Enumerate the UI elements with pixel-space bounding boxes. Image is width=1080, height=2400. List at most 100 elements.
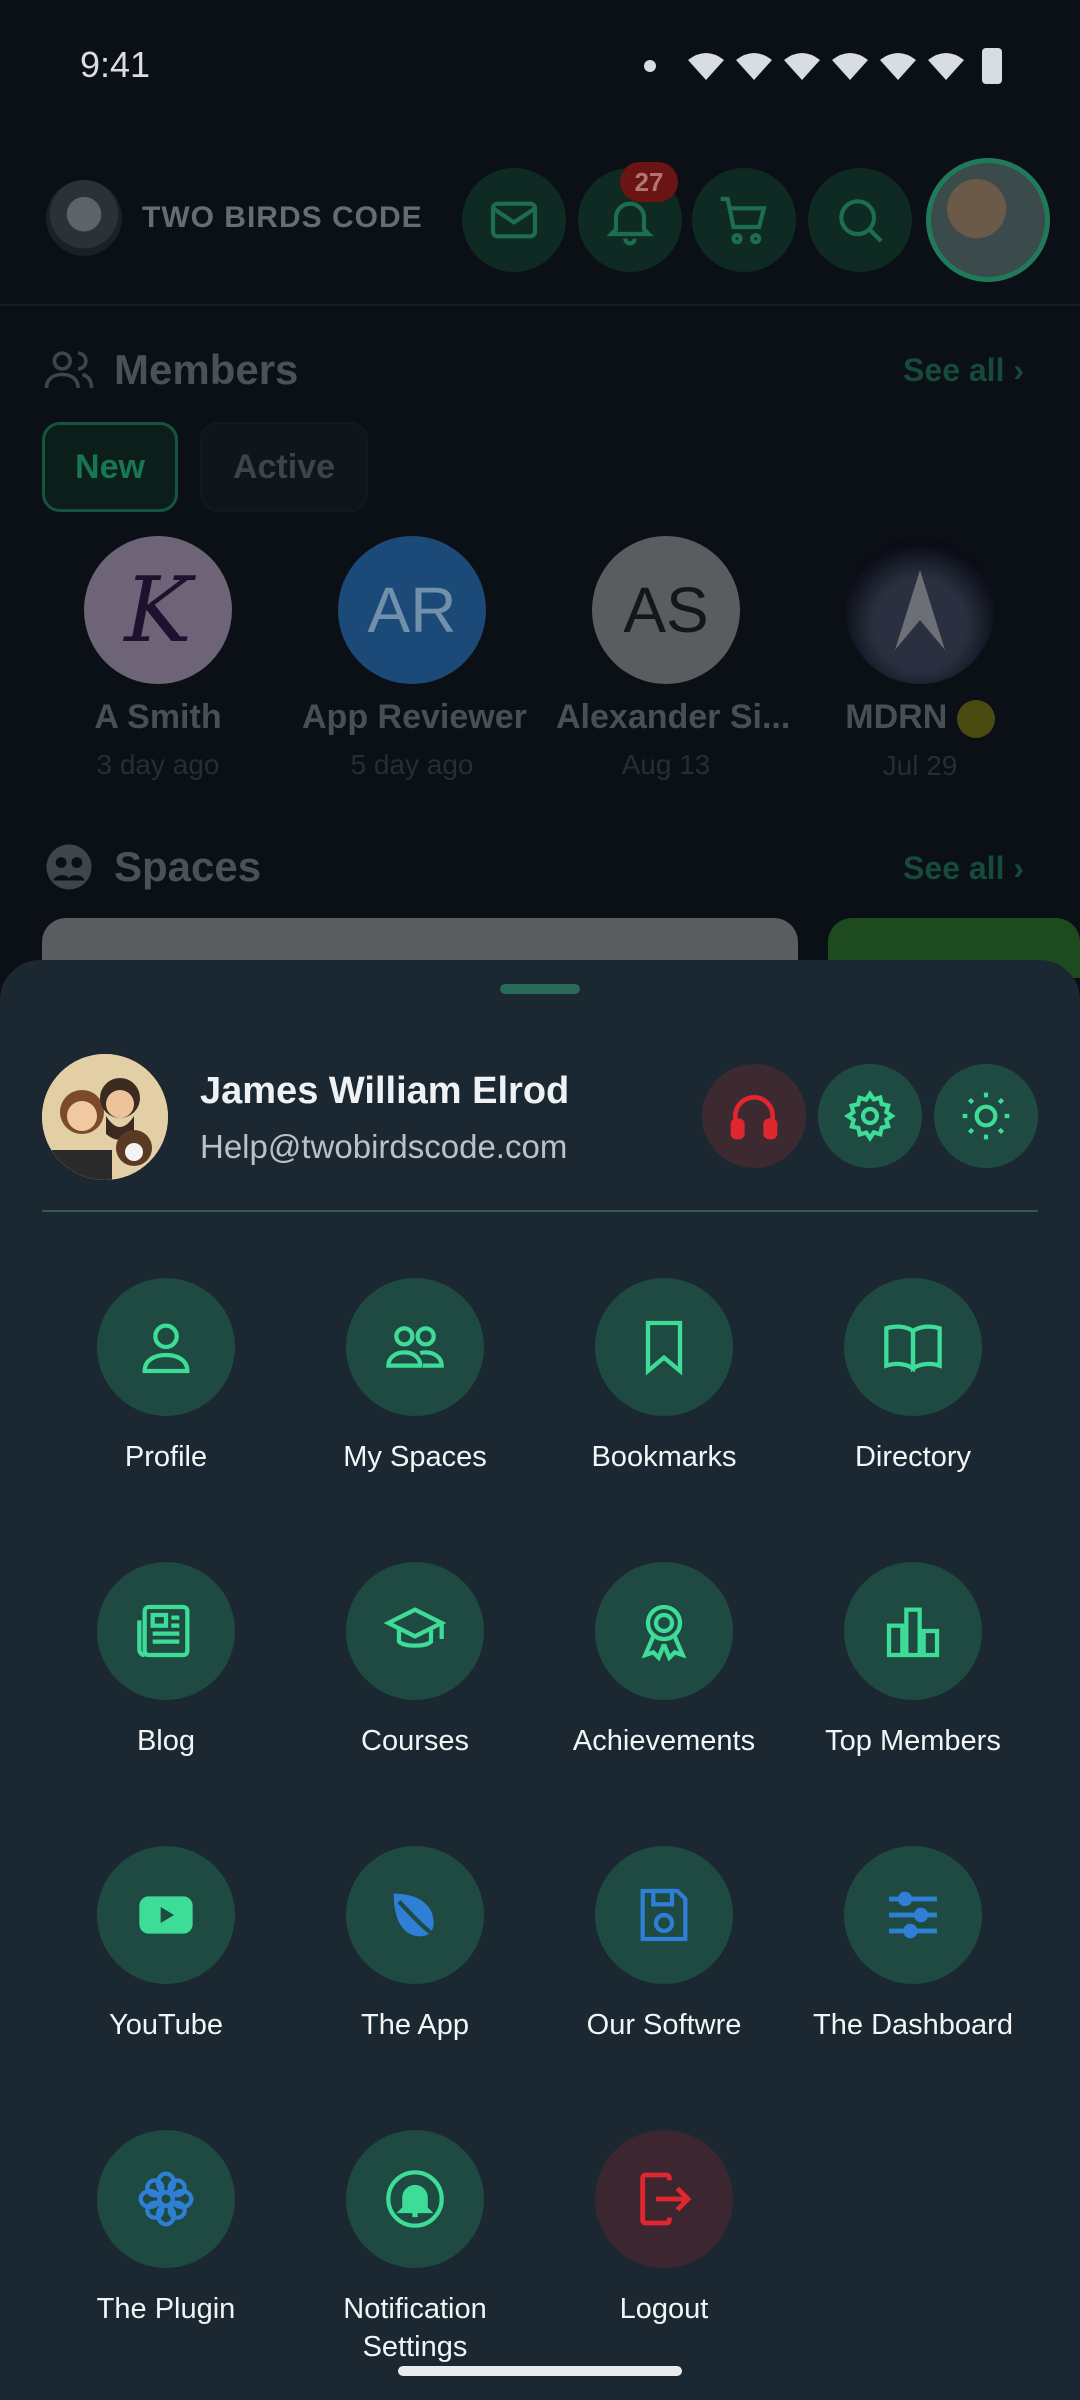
- menu-item-label: Profile: [124, 1441, 208, 1473]
- tab-new[interactable]: New: [42, 422, 178, 512]
- menu-icon-circle: [346, 2130, 484, 2268]
- book-open-icon: [884, 1324, 942, 1373]
- app-header: TWO BIRDS CODE 27: [0, 150, 1080, 306]
- spaces-section-title: Spaces: [42, 840, 261, 894]
- header-avatar[interactable]: [926, 158, 1050, 282]
- menu-item-my-spaces[interactable]: My Spaces: [291, 1278, 539, 1514]
- members-title: Members: [114, 346, 299, 393]
- messages-button[interactable]: [462, 168, 566, 272]
- member-name: A Smith: [94, 698, 222, 736]
- see-all-label: See all: [903, 352, 1005, 388]
- search-button[interactable]: [808, 168, 912, 272]
- member-card[interactable]: MDRN Jul 29: [810, 536, 1030, 782]
- menu-item-label: Logout: [619, 2293, 709, 2325]
- menu-item-directory[interactable]: Directory: [789, 1278, 1037, 1514]
- graduation-cap-icon: [383, 1607, 447, 1648]
- member-joined: Jul 29: [882, 750, 958, 782]
- menu-item-our-software[interactable]: Our Softwre: [540, 1846, 788, 2082]
- notifications-button[interactable]: 27: [578, 162, 682, 272]
- menu-icon-circle: [595, 1278, 733, 1416]
- member-name: Alexander Si...: [556, 698, 791, 736]
- menu-icon-circle: [97, 1562, 235, 1700]
- user-icon: [142, 1323, 190, 1374]
- support-button[interactable]: [702, 1064, 806, 1168]
- menu-icon-circle: [97, 1278, 235, 1416]
- mdrn-logo-icon: [895, 570, 945, 650]
- menu-item-label: Our Softwre: [586, 2009, 742, 2041]
- wifi-icon: [736, 53, 772, 80]
- battery-icon: [982, 48, 1002, 84]
- member-card[interactable]: AR App Reviewer 5 day ago: [302, 536, 527, 781]
- menu-item-the-app[interactable]: The App: [291, 1846, 539, 2082]
- member-joined: Aug 13: [621, 749, 711, 780]
- menu-icon-circle: [844, 1846, 982, 1984]
- menu-item-label: YouTube: [109, 2009, 223, 2041]
- bookmark-icon: [645, 1320, 683, 1376]
- member-name: MDRN: [810, 698, 1030, 739]
- members-see-all-link[interactable]: See all ›: [903, 352, 1024, 389]
- member-name-text: MDRN: [845, 698, 948, 736]
- menu-item-label: The Plugin: [96, 2293, 236, 2325]
- menu-item-label: The Dashboard: [813, 2009, 1013, 2041]
- bar-chart-icon: [886, 1607, 940, 1658]
- menu-item-the-plugin[interactable]: The Plugin: [42, 2130, 290, 2366]
- menu-item-blog[interactable]: Blog: [42, 1562, 290, 1798]
- sliders-icon: [889, 1891, 937, 1939]
- sheet-drag-handle[interactable]: [500, 984, 580, 994]
- members-icon: [44, 351, 94, 389]
- menu-icon-circle: [595, 1562, 733, 1700]
- wifi-icon: [688, 53, 724, 80]
- settings-button[interactable]: [818, 1064, 922, 1168]
- wifi-icon: [832, 53, 868, 80]
- menu-item-label: My Spaces: [343, 1441, 487, 1473]
- status-time: 9:41: [80, 44, 151, 85]
- menu-icon-circle: [844, 1562, 982, 1700]
- status-icons: [644, 48, 1002, 84]
- member-joined: 3 day ago: [96, 749, 220, 780]
- menu-item-label: Courses: [361, 1725, 469, 1757]
- member-card[interactable]: K A Smith 3 day ago: [48, 536, 268, 781]
- brand[interactable]: TWO BIRDS CODE: [46, 180, 423, 256]
- account-menu-sheet: James William Elrod Help@twobirdscode.co…: [0, 960, 1080, 2400]
- menu-icon-circle: [346, 1846, 484, 1984]
- member-avatar: [846, 536, 994, 684]
- spaces-see-all-link[interactable]: See all ›: [903, 850, 1024, 887]
- member-avatar: K: [84, 536, 232, 684]
- menu-icon-circle: [595, 1846, 733, 1984]
- menu-item-label: The App: [360, 2009, 470, 2041]
- menu-icon-circle: [97, 2130, 235, 2268]
- menu-icon-circle: [97, 1846, 235, 1984]
- profile-avatar[interactable]: [42, 1054, 168, 1180]
- home-indicator[interactable]: [398, 2366, 682, 2376]
- member-avatar: AS: [592, 536, 740, 684]
- menu-item-achievements[interactable]: Achievements: [540, 1562, 788, 1798]
- menu-item-profile[interactable]: Profile: [42, 1278, 290, 1514]
- gear-icon: [844, 1090, 896, 1143]
- tab-active[interactable]: Active: [200, 422, 368, 512]
- member-card[interactable]: AS Alexander Si... Aug 13: [556, 536, 791, 781]
- menu-item-notification-settings[interactable]: Notification Settings: [291, 2130, 539, 2366]
- wifi-icon: [880, 53, 916, 80]
- theme-toggle-button[interactable]: [934, 1064, 1038, 1168]
- newspaper-icon: [137, 1604, 190, 1658]
- menu-item-the-dashboard[interactable]: The Dashboard: [789, 1846, 1037, 2082]
- wifi-icon: [784, 53, 820, 80]
- menu-item-courses[interactable]: Courses: [291, 1562, 539, 1798]
- spaces-title: Spaces: [114, 843, 262, 890]
- brand-logo: [46, 180, 122, 256]
- member-name: App Reviewer: [302, 698, 527, 736]
- menu-item-top-members[interactable]: Top Members: [789, 1562, 1037, 1798]
- award-icon: [641, 1604, 687, 1662]
- menu-item-youtube[interactable]: YouTube: [42, 1846, 290, 2082]
- menu-item-label: Achievements: [572, 1725, 756, 1757]
- profile-email: Help@twobirdscode.com: [200, 1128, 568, 1165]
- floppy-disk-icon: [640, 1888, 688, 1942]
- youtube-icon: [139, 1896, 193, 1934]
- spaces-icon: [46, 844, 92, 890]
- menu-item-bookmarks[interactable]: Bookmarks: [540, 1278, 788, 1514]
- cart-button[interactable]: [692, 168, 796, 272]
- search-icon: [839, 199, 883, 243]
- menu-item-logout[interactable]: Logout: [540, 2130, 788, 2366]
- menu-item-label: Notification Settings: [343, 2293, 487, 2363]
- menu-item-label: Bookmarks: [591, 1441, 737, 1473]
